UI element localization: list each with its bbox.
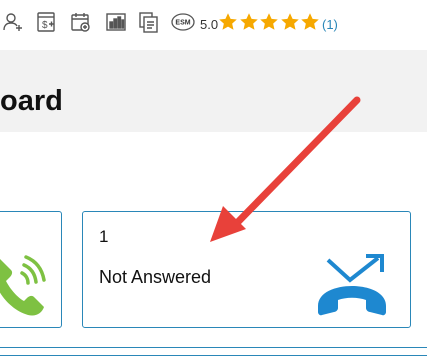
copy-documents-icon[interactable]	[138, 11, 160, 33]
esm-badge-icon[interactable]: ESM	[171, 11, 195, 33]
star-icon	[219, 13, 237, 30]
esm-badge-label: ESM	[175, 20, 190, 27]
star-icon	[239, 13, 258, 30]
star-icon	[301, 13, 319, 30]
section-divider	[0, 355, 427, 356]
rating-count-link[interactable]: (1)	[322, 17, 338, 32]
section-divider	[0, 347, 427, 348]
not-answered-count: 1	[99, 227, 109, 246]
star-icon	[280, 13, 299, 30]
incoming-call-icon	[0, 255, 46, 316]
star-icon	[260, 13, 278, 30]
page-header	[0, 50, 427, 132]
bar-chart-icon[interactable]	[105, 11, 127, 33]
add-invoice-icon[interactable]: $	[36, 11, 58, 33]
add-calendar-event-icon[interactable]	[70, 11, 92, 33]
not-answered-label: Not Answered	[99, 267, 212, 287]
rating-value: 5.0	[200, 17, 219, 32]
toolbar: $ ESM 5.0 (1)	[0, 0, 427, 48]
svg-text:$: $	[42, 20, 48, 31]
page-title: oard	[0, 85, 63, 117]
missed-call-icon	[318, 254, 386, 316]
add-user-icon[interactable]	[2, 11, 24, 33]
